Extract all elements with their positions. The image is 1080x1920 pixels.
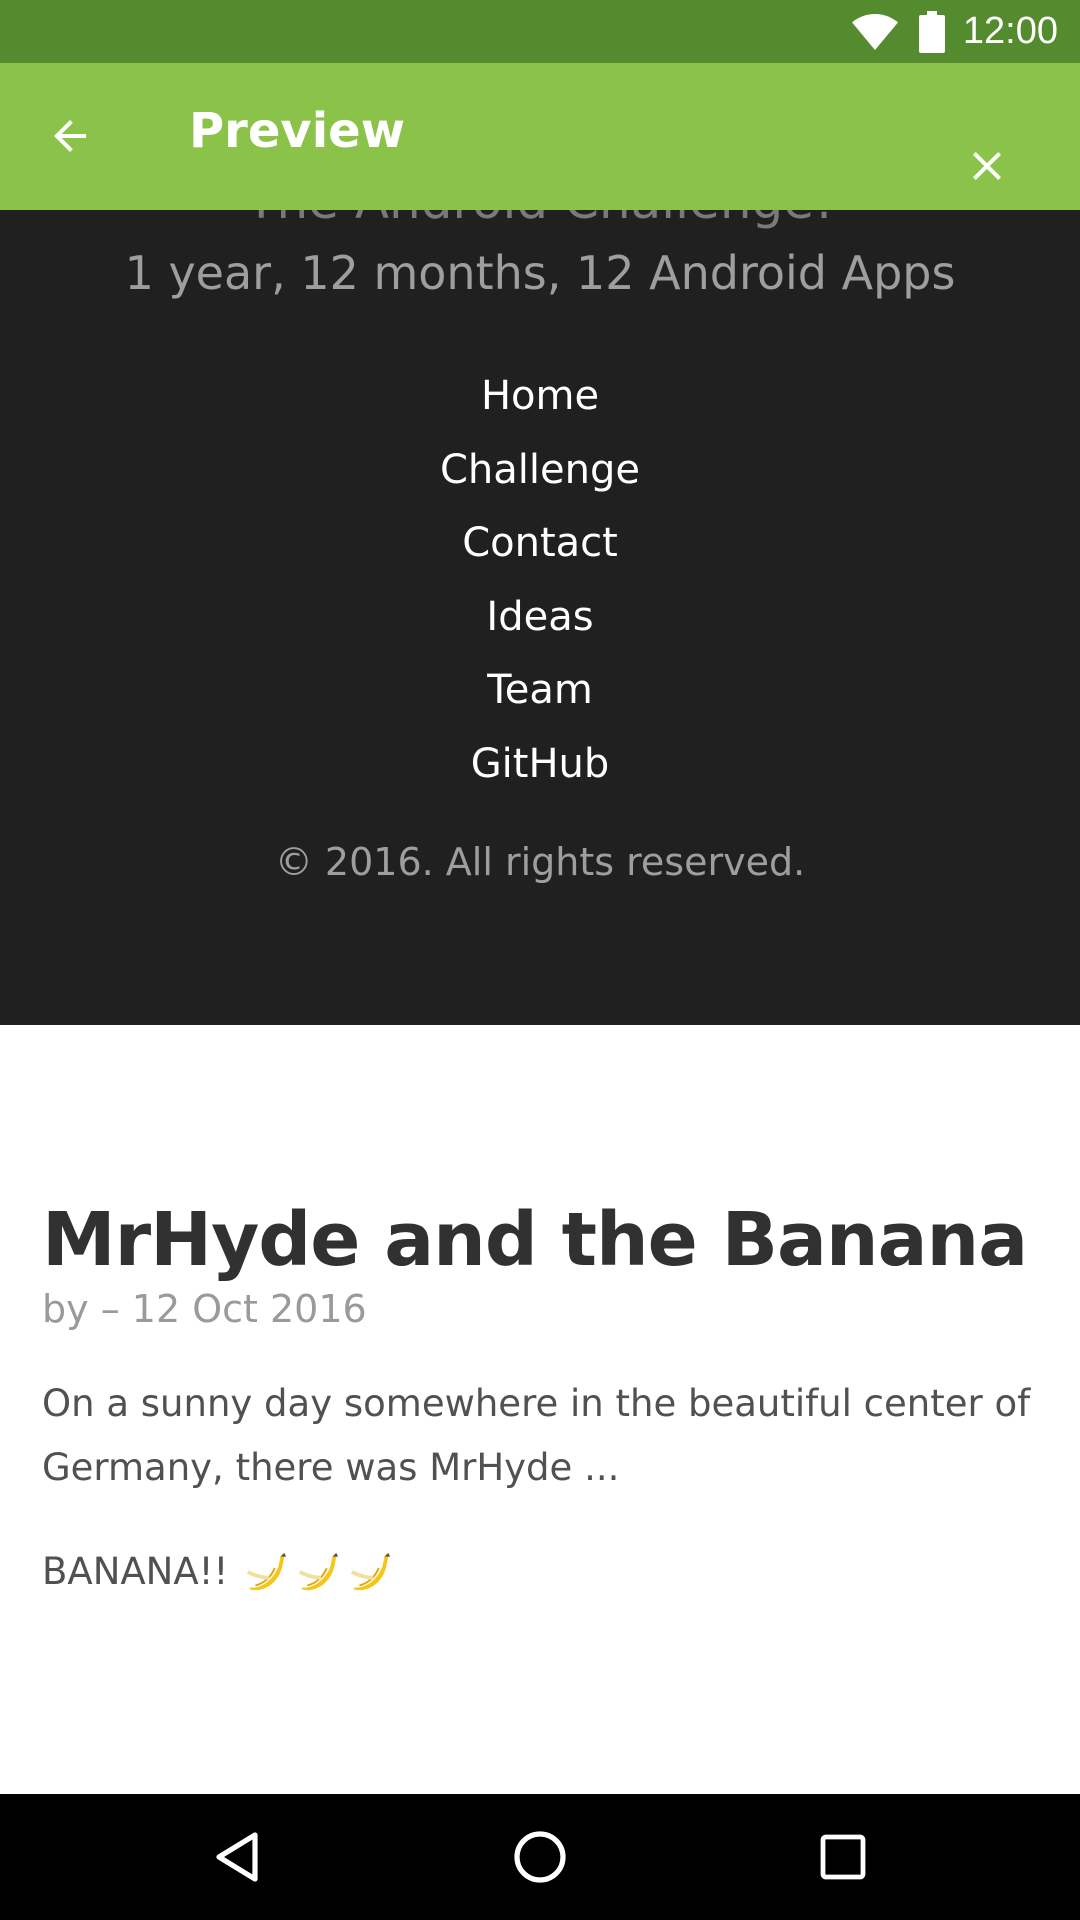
battery-icon [918,10,945,53]
nav-link-ideas[interactable]: Ideas [0,581,1080,655]
copyright-text: © 2016. All rights reserved. [274,840,806,884]
close-icon [973,152,1001,180]
nav-link-home[interactable]: Home [0,360,1080,434]
status-bar: 12:00 [0,0,1080,63]
arrow-back-icon [54,120,86,152]
nav-link-github[interactable]: GitHub [0,728,1080,802]
nav-link-contact[interactable]: Contact [0,507,1080,581]
post: MrHyde and the Banana by – 12 Oct 2016 O… [42,1190,1042,1604]
site-nav: Home Challenge Contact Ideas Team GitHub [0,360,1080,801]
recents-square-icon [820,1834,866,1880]
page-title: Preview [189,103,406,159]
system-recents-button[interactable] [803,1817,883,1897]
banana-icon [247,1552,287,1591]
post-title[interactable]: MrHyde and the Banana [42,1190,1042,1290]
banana-emoji-group [244,1549,400,1595]
app-bar: Preview [0,63,1080,210]
post-meta: by – 12 Oct 2016 [42,1287,367,1331]
status-time: 12:00 [962,10,1058,52]
banana-text: BANANA!! [42,1550,229,1593]
wifi-icon [851,13,898,50]
nav-link-team[interactable]: Team [0,654,1080,728]
system-home-button[interactable] [500,1817,580,1897]
site-header: The Android Challenge! 1 year, 12 months… [0,210,1080,1025]
nav-link-challenge[interactable]: Challenge [0,434,1080,508]
post-paragraph: On a sunny day somewhere in the beautifu… [42,1382,1031,1489]
post-body: On a sunny day somewhere in the beautifu… [42,1372,1042,1604]
post-paragraph: BANANA!! [42,1540,1042,1604]
site-title[interactable]: The Android Challenge! [0,210,1080,230]
system-back-button[interactable] [197,1817,277,1897]
home-circle-icon [514,1831,566,1883]
banana-icon [299,1552,339,1591]
banana-icon [351,1552,391,1591]
site-tagline: 1 year, 12 months, 12 Android Apps [124,246,956,300]
back-triangle-icon [216,1832,258,1882]
close-button[interactable] [957,136,1017,196]
system-nav-bar [0,1794,1080,1920]
back-button[interactable] [40,106,100,166]
